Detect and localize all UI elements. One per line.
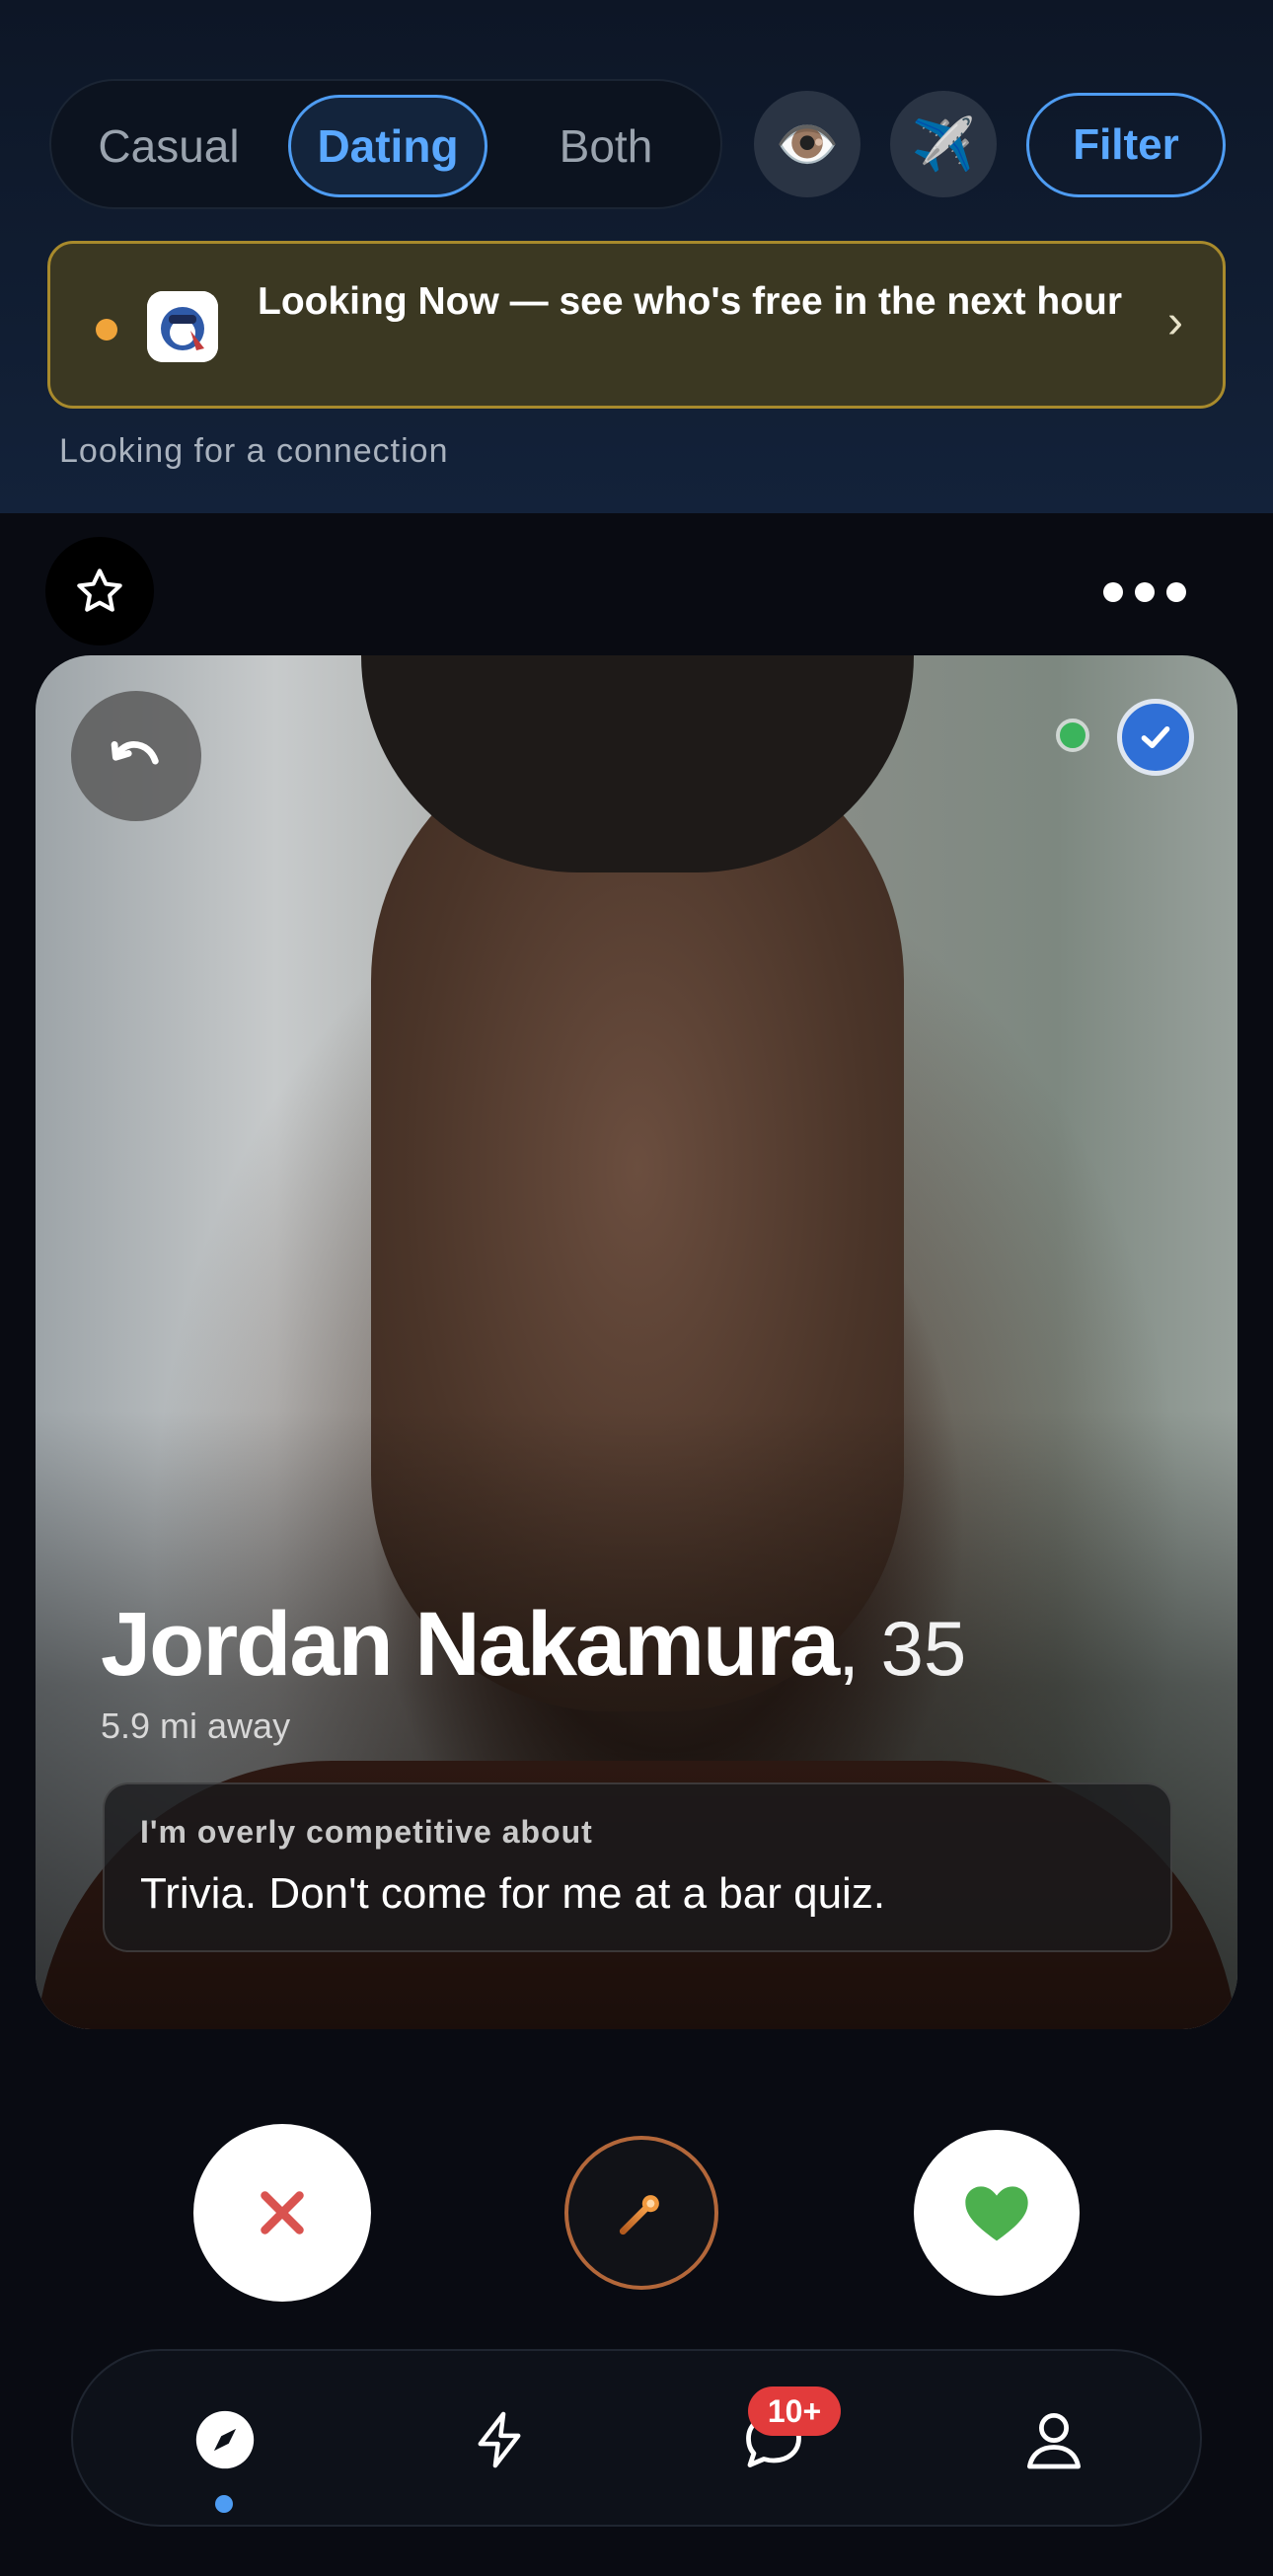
profile-name: Jordan Nakamura <box>101 1594 840 1695</box>
mode-both-tab[interactable]: Both <box>507 95 705 197</box>
mode-casual-tab[interactable]: Casual <box>67 95 270 197</box>
looking-now-banner[interactable]: Looking Now — see who's free in the next… <box>47 241 1226 409</box>
status-dot <box>96 319 117 341</box>
lightning-icon[interactable] <box>462 2402 537 2477</box>
bottom-tab-bar: 10+ <box>71 2349 1202 2527</box>
filter-button[interactable]: Filter <box>1026 93 1226 197</box>
profile-age: , 35 <box>838 1605 967 1692</box>
verified-check-icon <box>1117 699 1194 776</box>
like-button[interactable] <box>914 2130 1080 2296</box>
prompt-question: I'm overly competitive about <box>140 1814 593 1850</box>
profile-prompt-card: I'm overly competitive about Trivia. Don… <box>103 1782 1172 1952</box>
nope-button[interactable] <box>193 2124 371 2302</box>
top-header: Casual Dating Both 👁️ ✈️ Filter Looking … <box>0 0 1273 513</box>
prompt-answer: Trivia. Don't come for me at a bar quiz. <box>140 1869 886 1918</box>
mode-dating-tab[interactable]: Dating <box>288 95 487 197</box>
connection-subtitle: Looking for a connection <box>59 432 449 470</box>
app-mascot-icon <box>147 291 218 362</box>
unread-badge: 10+ <box>748 2387 841 2436</box>
more-options-icon[interactable] <box>1103 572 1186 612</box>
star-icon[interactable] <box>45 537 154 645</box>
person-icon[interactable] <box>1016 2402 1091 2477</box>
compass-icon[interactable] <box>187 2402 262 2477</box>
banner-text: Looking Now — see who's free in the next… <box>258 280 1123 323</box>
mode-selector: Casual Dating Both <box>49 79 722 209</box>
profile-distance: 5.9 mi away <box>101 1705 291 1746</box>
active-tab-indicator <box>215 2495 233 2513</box>
undo-icon[interactable] <box>71 691 201 821</box>
close-icon <box>261 2191 304 2235</box>
name-line: Jordan Nakamura, 35 <box>101 1593 966 1697</box>
plane-icon[interactable]: ✈️ <box>890 91 997 197</box>
super-like-button[interactable] <box>564 2136 718 2290</box>
profile-card[interactable]: Jordan Nakamura, 35 5.9 mi away I'm over… <box>36 655 1237 2029</box>
heart-icon <box>965 2186 1028 2241</box>
eye-icon[interactable]: 👁️ <box>754 91 861 197</box>
online-status-dot <box>1056 719 1089 752</box>
chevron-right-icon: › <box>1167 296 1183 348</box>
wand-icon <box>619 2195 659 2235</box>
